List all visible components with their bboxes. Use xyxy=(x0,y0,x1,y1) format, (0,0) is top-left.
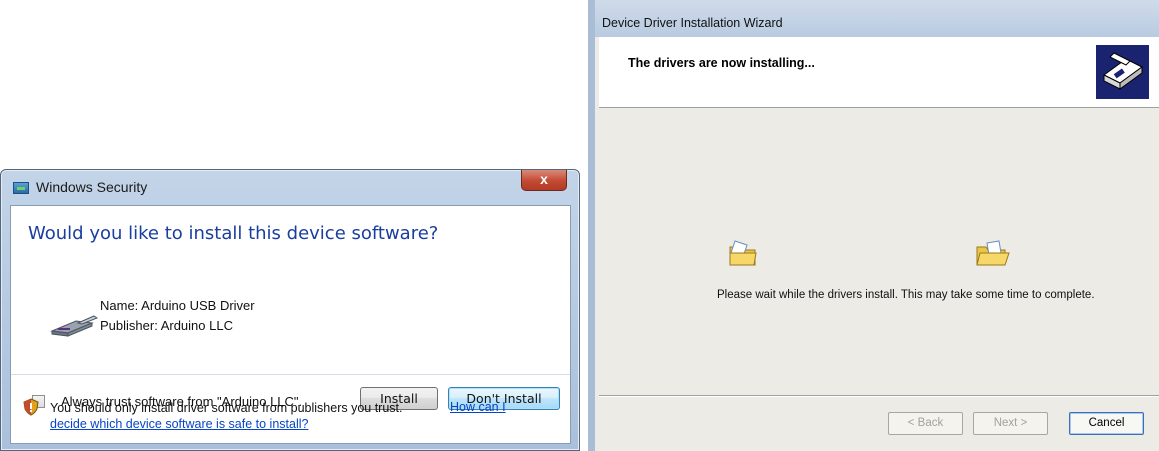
windows-security-dialog: Windows Security x Would you like to ins… xyxy=(0,169,580,451)
usb-plug-icon xyxy=(50,315,98,337)
help-link-continued[interactable]: decide which device software is safe to … xyxy=(50,417,308,431)
installation-status-message: Please wait while the drivers install. T… xyxy=(717,289,1095,301)
title-bar[interactable]: Device Driver Installation Wizard xyxy=(595,0,1159,37)
divider xyxy=(599,395,1159,397)
next-button[interactable]: Next > xyxy=(973,412,1048,435)
wizard-body xyxy=(599,108,1159,395)
warning-text: You should only install driver software … xyxy=(50,401,403,415)
window-title: Device Driver Installation Wizard xyxy=(602,16,783,30)
driver-installation-wizard: Device Driver Installation Wizard The dr… xyxy=(588,0,1159,451)
shield-icon xyxy=(23,398,39,416)
wizard-header: The drivers are now installing... xyxy=(599,37,1159,108)
folder-icon xyxy=(729,240,757,266)
help-link[interactable]: How can I xyxy=(450,400,506,414)
driver-name: Name: Arduino USB Driver xyxy=(100,298,255,313)
folder-icon xyxy=(976,240,1010,266)
window-title: Windows Security xyxy=(36,179,148,195)
hardware-wizard-icon xyxy=(1096,45,1149,99)
driver-publisher: Publisher: Arduino LLC xyxy=(100,318,233,333)
divider xyxy=(11,374,570,375)
back-button[interactable]: < Back xyxy=(888,412,963,435)
dialog-heading: Would you like to install this device so… xyxy=(28,223,439,244)
wizard-step-title: The drivers are now installing... xyxy=(628,56,815,70)
title-bar[interactable]: Windows Security x xyxy=(1,170,579,202)
cancel-button[interactable]: Cancel xyxy=(1069,412,1144,435)
window-icon xyxy=(13,182,29,194)
close-button[interactable]: x xyxy=(521,170,567,191)
close-icon: x xyxy=(540,171,548,187)
